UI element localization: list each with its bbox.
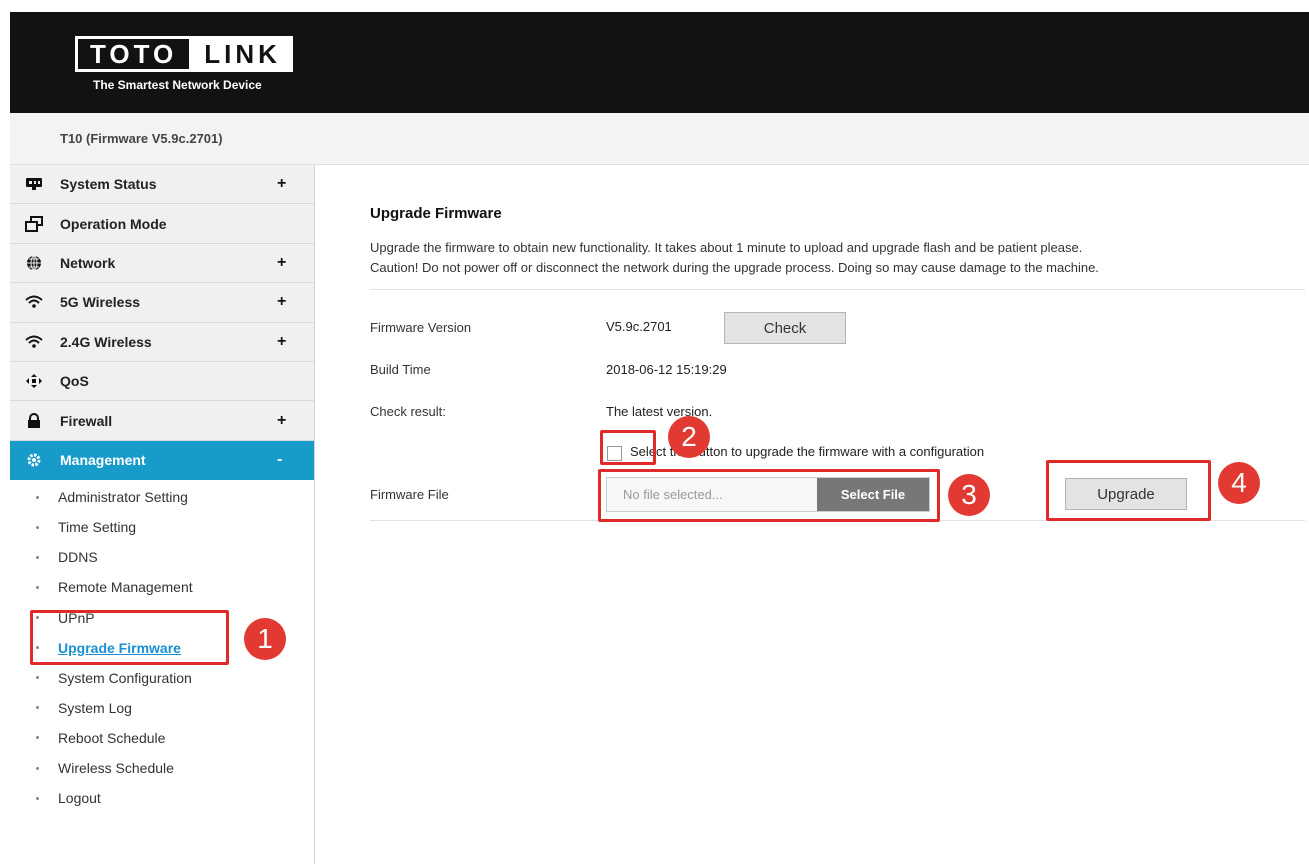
expand-plus-icon[interactable]: +	[277, 175, 286, 193]
logo-link: LINK	[192, 36, 293, 72]
build-time-value: 2018-06-12 15:19:29	[606, 362, 727, 377]
wifi-icon	[24, 292, 44, 312]
annotation-box-2	[600, 430, 656, 465]
wifi-icon	[24, 332, 44, 352]
sidebar-item-5g-wireless[interactable]: 5G Wireless +	[10, 283, 314, 323]
upgrade-firmware-panel: Upgrade Firmware Upgrade the firmware to…	[370, 205, 1305, 290]
globe-icon	[24, 253, 44, 273]
submenu-item-time-setting[interactable]: Time Setting	[10, 512, 314, 542]
build-time-label: Build Time	[370, 362, 431, 377]
bullet-icon	[36, 736, 39, 740]
bullet-icon	[36, 706, 39, 710]
sidebar-item-label: System Status	[60, 176, 157, 193]
annotation-badge-1: 1	[244, 618, 286, 660]
check-button[interactable]: Check	[724, 312, 846, 344]
sidebar-item-label: Management	[60, 451, 146, 468]
router-admin-page: TOTO LINK The Smartest Network Device T1…	[0, 0, 1309, 864]
sidebar-item-label: 2.4G Wireless	[60, 333, 152, 350]
annotation-badge-4: 4	[1218, 462, 1260, 504]
sidebar: System Status + Operation Mode Network +…	[10, 165, 315, 864]
bullet-icon	[36, 555, 39, 559]
sidebar-item-label: Operation Mode	[60, 215, 167, 232]
logo-toto: TOTO	[75, 36, 193, 72]
annotation-box-4	[1046, 460, 1211, 521]
submenu-item-ddns[interactable]: DDNS	[10, 542, 314, 572]
sidebar-item-qos[interactable]: QoS	[10, 361, 314, 402]
divider	[370, 289, 1305, 290]
bullet-icon	[36, 676, 39, 680]
firmware-version-label: Firmware Version	[370, 320, 472, 335]
logo-tagline: The Smartest Network Device	[93, 78, 262, 92]
submenu-item-administrator-setting[interactable]: Administrator Setting	[10, 482, 314, 512]
sidebar-item-operation-mode[interactable]: Operation Mode	[10, 204, 314, 244]
bullet-icon	[36, 766, 39, 770]
sidebar-item-label: Network	[60, 254, 116, 271]
sidebar-item-firewall[interactable]: Firewall +	[10, 401, 314, 441]
firmware-file-label: Firmware File	[370, 487, 449, 502]
submenu-item-logout[interactable]: Logout	[10, 783, 314, 813]
sidebar-item-system-status[interactable]: System Status +	[10, 165, 314, 205]
bullet-icon	[36, 796, 39, 800]
gear-icon	[24, 450, 44, 470]
description-line-1: Upgrade the firmware to obtain new funct…	[370, 240, 1083, 255]
expand-plus-icon[interactable]: +	[277, 412, 286, 430]
lock-icon	[24, 411, 44, 431]
expand-plus-icon[interactable]: +	[277, 293, 286, 311]
annotation-badge-3: 3	[948, 474, 990, 516]
sidebar-item-label: Firewall	[60, 412, 113, 429]
page-title: Upgrade Firmware	[370, 205, 502, 222]
expand-plus-icon[interactable]: +	[277, 254, 286, 272]
model-firmware-label: T10 (Firmware V5.9c.2701)	[60, 131, 223, 146]
sidebar-item-24g-wireless[interactable]: 2.4G Wireless +	[10, 322, 314, 362]
submenu-item-wireless-schedule[interactable]: Wireless Schedule	[10, 753, 314, 783]
bullet-icon	[36, 495, 39, 499]
check-result-label: Check result:	[370, 404, 446, 419]
qos-icon	[24, 371, 44, 391]
submenu-item-remote-management[interactable]: Remote Management	[10, 572, 314, 602]
sidebar-item-network[interactable]: Network +	[10, 243, 314, 284]
submenu-item-system-log[interactable]: System Log	[10, 693, 314, 723]
annotation-badge-2: 2	[668, 416, 710, 458]
model-bar: T10 (Firmware V5.9c.2701)	[10, 113, 1309, 165]
bullet-icon	[36, 585, 39, 589]
sidebar-item-label: 5G Wireless	[60, 294, 141, 311]
submenu-item-reboot-schedule[interactable]: Reboot Schedule	[10, 723, 314, 753]
firmware-version-value: V5.9c.2701	[606, 319, 672, 334]
expand-plus-icon[interactable]: +	[277, 333, 286, 351]
submenu-item-system-configuration[interactable]: System Configuration	[10, 663, 314, 693]
collapse-minus-icon[interactable]: -	[277, 451, 282, 469]
description-line-2: Caution! Do not power off or disconnect …	[370, 260, 1099, 275]
sidebar-item-management[interactable]: Management -	[10, 440, 314, 481]
sidebar-item-label: QoS	[60, 373, 89, 390]
mode-icon	[24, 214, 44, 234]
header-bar: TOTO LINK The Smartest Network Device	[10, 12, 1309, 113]
annotation-box-1	[30, 610, 229, 665]
annotation-box-3	[598, 469, 940, 522]
bullet-icon	[36, 525, 39, 529]
monitor-icon	[24, 174, 44, 194]
totolink-logo: TOTO LINK The Smartest Network Device	[75, 36, 293, 92]
